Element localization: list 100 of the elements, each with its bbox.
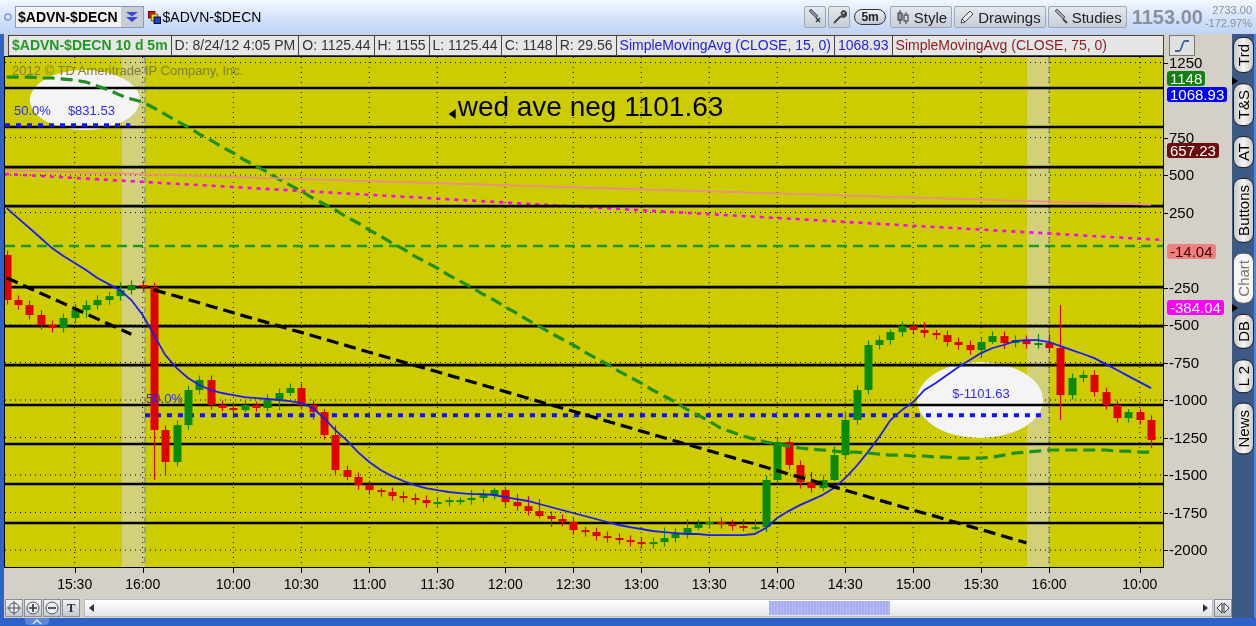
axis-label: -250 [1169, 279, 1200, 295]
dropdown-button[interactable] [120, 7, 143, 27]
zoom-in-icon [26, 601, 40, 615]
candlestick [1011, 334, 1020, 349]
side-tab[interactable]: News [1232, 402, 1254, 455]
scrollbar[interactable] [84, 599, 1213, 617]
candlestick [524, 495, 533, 517]
candlestick [331, 424, 340, 476]
candlestick [467, 489, 476, 506]
candlestick [637, 537, 646, 550]
candlestick-icon [894, 9, 911, 25]
studies-button[interactable]: Studies [1047, 6, 1127, 28]
candlestick [932, 329, 941, 341]
candlestick [728, 519, 737, 532]
candlestick [954, 336, 963, 351]
tools-button[interactable] [804, 6, 827, 28]
candlestick [966, 339, 975, 356]
candlestick [127, 279, 136, 296]
chart-note: wed ave neg 1101.63 [457, 90, 724, 122]
axis-label: -1000 [1169, 392, 1208, 408]
expand-button[interactable] [1214, 599, 1232, 617]
candlestick [581, 526, 590, 538]
axis-label: 750 [1169, 129, 1195, 145]
candlestick [1102, 387, 1111, 411]
period-button[interactable]: 5m [854, 9, 886, 25]
candlestick [377, 487, 386, 498]
axis-label: -1500 [1169, 467, 1208, 483]
candlestick [535, 498, 544, 520]
side-tab[interactable]: Buttons [1232, 178, 1254, 244]
symbol-field[interactable]: $ADVN-$DECN [15, 6, 144, 28]
candlestick [853, 384, 862, 426]
candlestick [705, 516, 714, 530]
candlestick [433, 496, 442, 509]
candlestick [82, 300, 91, 319]
candlestick [37, 309, 46, 331]
candlestick [195, 375, 204, 396]
candlestick [1034, 333, 1043, 350]
scroll-thumb[interactable] [769, 601, 891, 615]
axis-label: 1250 [1169, 54, 1203, 70]
time-label: 14:30 [827, 576, 863, 592]
candlestick [603, 531, 612, 544]
text-tool-button[interactable]: T [62, 599, 80, 617]
candlestick [139, 279, 148, 293]
candlestick [762, 474, 771, 533]
study-name: SimpleMovingAvg (CLOSE, 15, 0) [616, 35, 835, 56]
price-tag: -384.04 [1167, 299, 1224, 315]
price-tag: -14.04 [1167, 244, 1216, 260]
zoom-out-icon [45, 601, 59, 615]
candlestick [173, 420, 182, 468]
candlestick [14, 294, 23, 311]
side-tab[interactable]: T&S [1232, 82, 1254, 127]
candlestick [1124, 408, 1133, 424]
candlestick [161, 424, 170, 476]
zoom-out-button[interactable] [43, 599, 61, 617]
axis-label: -1250 [1169, 429, 1208, 445]
low-price: L: 1125.44 [429, 35, 502, 56]
crosshair-button[interactable] [5, 599, 23, 617]
candlestick [547, 510, 556, 528]
candlestick [25, 300, 34, 321]
side-tab[interactable]: DB [1232, 313, 1254, 349]
candlestick [275, 387, 284, 411]
study-settings-button[interactable] [1169, 35, 1195, 56]
time-label: 10:30 [283, 576, 319, 592]
time-label: 10:00 [215, 576, 251, 592]
level-label: $-1101.63 [952, 385, 1010, 401]
candlestick [943, 330, 952, 348]
candlestick [875, 334, 884, 351]
side-tab[interactable]: Chart [1232, 253, 1254, 304]
candlestick [71, 303, 80, 324]
linked-symbol: $ADVN-$DECN [162, 9, 262, 25]
candlestick [263, 393, 272, 412]
candlestick [886, 328, 895, 346]
candlestick [773, 436, 782, 486]
candlestick [513, 493, 522, 512]
candlestick [297, 382, 306, 411]
side-tab[interactable]: AT [1232, 136, 1254, 169]
candlestick [1079, 369, 1088, 384]
candlestick [490, 487, 499, 501]
zoom-in-button[interactable] [24, 599, 42, 617]
candlestick [830, 445, 839, 482]
settings-button[interactable] [828, 6, 851, 28]
candlestick [422, 495, 431, 509]
axis-label: 250 [1169, 204, 1195, 220]
side-tab[interactable]: L 2 [1232, 358, 1254, 393]
drawings-button[interactable]: Drawings [954, 6, 1046, 28]
candlestick [105, 291, 114, 306]
candlestick [569, 516, 578, 536]
left-right-arrows-icon [1216, 601, 1230, 615]
candlestick [671, 527, 680, 544]
crosshair-icon [7, 601, 21, 615]
time-label: 12:00 [487, 576, 523, 592]
time-label: 13:00 [623, 576, 659, 592]
axis-label: -750 [1169, 354, 1200, 370]
style-button[interactable]: Style [889, 6, 953, 28]
time-label: 16:00 [125, 576, 161, 592]
side-tab[interactable]: Trd [1232, 37, 1254, 73]
candlestick [411, 492, 420, 506]
panel-toggle-button[interactable] [25, 618, 49, 625]
candlestick [399, 490, 408, 504]
candlestick [615, 532, 624, 546]
